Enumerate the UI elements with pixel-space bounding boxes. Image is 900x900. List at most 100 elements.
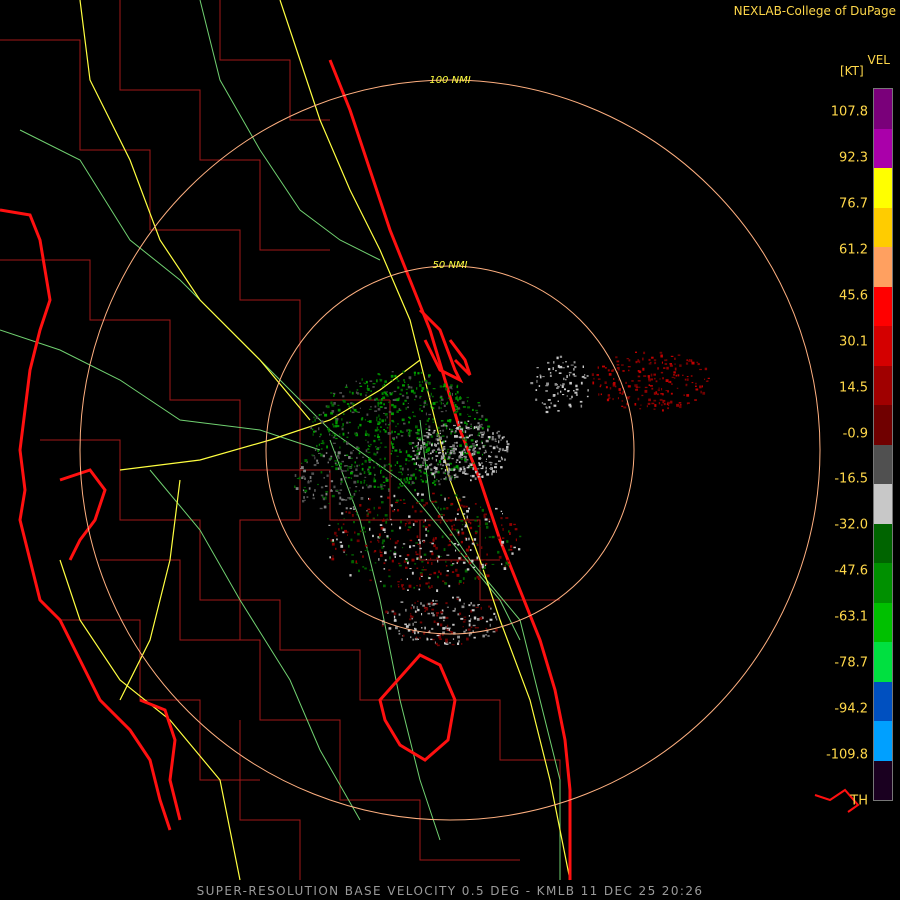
velocity-pixel bbox=[417, 600, 419, 602]
velocity-pixel bbox=[437, 514, 441, 518]
velocity-pixel bbox=[419, 404, 422, 406]
velocity-pixel bbox=[471, 559, 474, 563]
velocity-pixel bbox=[647, 402, 651, 405]
velocity-pixel bbox=[506, 443, 510, 446]
velocity-pixel bbox=[420, 371, 423, 374]
velocity-pixel bbox=[469, 526, 473, 530]
velocity-pixel bbox=[350, 538, 353, 542]
velocity-pixel bbox=[465, 505, 468, 508]
velocity-pixel bbox=[658, 402, 661, 405]
velocity-pixel bbox=[449, 386, 453, 389]
velocity-pixel bbox=[445, 452, 447, 455]
velocity-pixel bbox=[440, 411, 444, 413]
velocity-pixel bbox=[407, 468, 409, 471]
velocity-pixel bbox=[383, 484, 386, 487]
velocity-pixel bbox=[597, 378, 601, 380]
velocity-pixel bbox=[559, 355, 563, 358]
velocity-pixel bbox=[498, 460, 501, 462]
velocity-pixel bbox=[442, 402, 444, 405]
velocity-pixel bbox=[339, 392, 342, 394]
velocity-pixel bbox=[430, 638, 433, 641]
velocity-pixel bbox=[498, 450, 501, 453]
velocity-pixel bbox=[445, 425, 448, 427]
velocity-pixel bbox=[443, 460, 446, 463]
velocity-pixel bbox=[450, 502, 454, 506]
velocity-pixel bbox=[455, 473, 457, 476]
velocity-pixel bbox=[440, 395, 443, 398]
velocity-pixel bbox=[335, 437, 338, 440]
velocity-pixel bbox=[406, 392, 408, 395]
velocity-pixel bbox=[415, 468, 417, 470]
legend-labels: 107.8 92.3 76.7 61.2 45.6 30.1 14.5 -0.9 -16.5 -3… bbox=[800, 88, 870, 809]
velocity-pixel bbox=[478, 418, 482, 421]
velocity-pixel bbox=[366, 484, 368, 487]
legend-label: 76.7 bbox=[839, 196, 868, 212]
velocity-pixel bbox=[365, 449, 368, 453]
velocity-pixel bbox=[472, 462, 475, 464]
velocity-pixel bbox=[391, 610, 395, 613]
velocity-pixel bbox=[344, 476, 347, 479]
velocity-pixel bbox=[352, 508, 356, 510]
velocity-pixel bbox=[425, 534, 428, 537]
velocity-pixel bbox=[348, 456, 351, 459]
velocity-pixel bbox=[494, 466, 497, 469]
velocity-pixel bbox=[661, 388, 663, 391]
velocity-pixel bbox=[604, 381, 607, 384]
velocity-pixel bbox=[462, 496, 466, 498]
velocity-pixel bbox=[408, 460, 411, 462]
velocity-pixel bbox=[445, 387, 448, 391]
velocity-pixel bbox=[421, 569, 424, 571]
velocity-pixel bbox=[669, 364, 673, 367]
velocity-pixel bbox=[420, 444, 422, 447]
velocity-pixel bbox=[405, 463, 407, 465]
velocity-pixel bbox=[358, 452, 361, 455]
velocity-pixel bbox=[440, 572, 442, 576]
velocity-pixel bbox=[424, 610, 426, 612]
velocity-pixel bbox=[344, 499, 348, 501]
velocity-pixel bbox=[337, 523, 339, 525]
velocity-pixel bbox=[586, 375, 589, 377]
velocity-pixel bbox=[419, 577, 421, 580]
velocity-pixel bbox=[408, 416, 411, 418]
velocity-pixel bbox=[653, 373, 656, 376]
velocity-pixel bbox=[484, 536, 486, 539]
velocity-pixel bbox=[409, 429, 411, 433]
velocity-pixel bbox=[440, 556, 442, 557]
velocity-pixel bbox=[423, 442, 426, 445]
velocity-pixel bbox=[329, 470, 331, 473]
velocity-pixel bbox=[456, 513, 459, 515]
velocity-pixel bbox=[685, 362, 689, 365]
velocity-pixel bbox=[405, 608, 407, 612]
velocity-pixel bbox=[419, 395, 422, 397]
velocity-pixel bbox=[431, 443, 433, 447]
velocity-pixel bbox=[467, 413, 469, 415]
velocity-pixel bbox=[442, 429, 444, 432]
velocity-pixel bbox=[546, 382, 549, 386]
velocity-pixel bbox=[639, 408, 642, 410]
velocity-pixel bbox=[378, 558, 380, 561]
velocity-pixel bbox=[379, 524, 383, 526]
velocity-pixel bbox=[359, 504, 362, 507]
velocity-pixel bbox=[539, 375, 542, 379]
velocity-pixel bbox=[496, 445, 498, 448]
velocity-pixel bbox=[307, 480, 309, 482]
velocity-pixel bbox=[609, 387, 612, 390]
velocity-pixel bbox=[417, 372, 420, 375]
velocity-pixel bbox=[416, 606, 418, 609]
velocity-pixel bbox=[374, 453, 377, 456]
velocity-pixel bbox=[384, 446, 387, 448]
velocity-pixel bbox=[498, 435, 500, 439]
velocity-pixel bbox=[463, 455, 466, 457]
velocity-pixel bbox=[438, 460, 442, 463]
velocity-pixel bbox=[631, 380, 634, 382]
velocity-pixel bbox=[407, 406, 409, 409]
velocity-pixel bbox=[470, 602, 472, 605]
velocity-pixel bbox=[480, 436, 484, 438]
velocity-pixel bbox=[384, 418, 387, 422]
velocity-pixel bbox=[446, 606, 449, 608]
velocity-pixel bbox=[357, 411, 360, 413]
velocity-pixel bbox=[483, 566, 486, 569]
velocity-pixel bbox=[635, 351, 637, 353]
velocity-pixel bbox=[342, 432, 345, 436]
velocity-pixel bbox=[378, 374, 381, 376]
